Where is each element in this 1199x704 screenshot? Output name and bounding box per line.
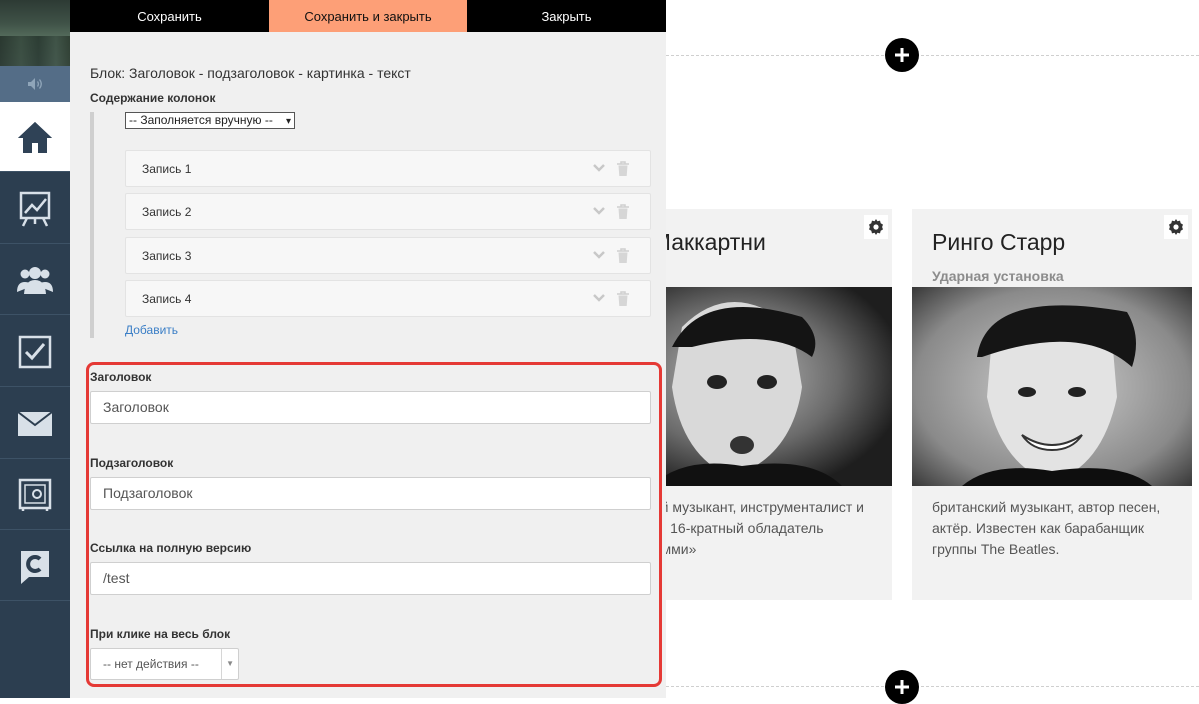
sidebar-item-mail[interactable]: [0, 389, 70, 459]
fill-mode-select[interactable]: -- Заполняется вручную -- ▾: [125, 112, 295, 129]
card-description: нский музыкант, инструменталист и осер, …: [632, 499, 864, 557]
expand-chevron-icon[interactable]: [592, 250, 606, 260]
click-action-select[interactable]: -- нет действия -- ▼: [90, 648, 239, 680]
c-logo-icon: [21, 550, 49, 584]
editor-toolbar: Сохранить Сохранить и закрыть Закрыть: [70, 0, 666, 32]
expand-chevron-icon[interactable]: [592, 206, 606, 216]
section-divider-bottom: [666, 686, 1199, 687]
add-record-link[interactable]: Добавить: [125, 323, 178, 337]
card-settings-button[interactable]: [864, 215, 888, 239]
record-label: Запись 2: [142, 205, 192, 219]
click-action-value: -- нет действия --: [103, 657, 199, 671]
record-label: Запись 4: [142, 292, 192, 306]
speaker-icon: [28, 78, 42, 90]
card-name: Ринго Старр: [932, 229, 1066, 255]
expand-chevron-icon[interactable]: [592, 293, 606, 303]
trash-icon[interactable]: [616, 161, 630, 177]
record-item[interactable]: Запись 2: [125, 193, 651, 230]
trash-icon[interactable]: [616, 291, 630, 307]
safe-icon: [18, 478, 52, 511]
save-button[interactable]: Сохранить: [70, 0, 269, 32]
link-field-label: Ссылка на полную версию: [90, 541, 252, 555]
block-title: Блок: Заголовок - подзаголовок - картинк…: [90, 65, 411, 81]
record-item[interactable]: Запись 3: [125, 237, 651, 274]
chevron-down-icon: ▾: [285, 116, 291, 127]
records-group-indicator: [90, 112, 94, 338]
record-label: Запись 1: [142, 162, 192, 176]
trash-icon[interactable]: [616, 248, 630, 264]
columns-label: Содержание колонок: [90, 91, 216, 105]
record-label: Запись 3: [142, 249, 192, 263]
block-editor-panel: Сохранить Сохранить и закрыть Закрыть Бл…: [70, 0, 666, 698]
record-item[interactable]: Запись 4: [125, 280, 651, 317]
users-icon: [17, 266, 53, 294]
card-photo: [912, 287, 1192, 486]
trash-icon[interactable]: [616, 204, 630, 220]
click-action-label: При клике на весь блок: [90, 627, 231, 641]
link-input[interactable]: /test: [90, 562, 651, 595]
sidebar-item-tasks[interactable]: [0, 317, 70, 387]
title-input[interactable]: Заголовок: [90, 391, 651, 424]
card-description: британский музыкант, автор песен, актёр.…: [932, 499, 1161, 557]
sidebar-item-reports[interactable]: [0, 174, 70, 244]
plus-icon: [895, 48, 909, 62]
sidebar-item-sound[interactable]: [0, 66, 70, 102]
mail-icon: [17, 410, 53, 436]
subtitle-field-label: Подзаголовок: [90, 456, 174, 470]
fill-mode-value: -- Заполняется вручную --: [129, 113, 273, 127]
chart-icon: [19, 191, 51, 227]
portrait-image: [912, 287, 1192, 486]
card-role: Ударная установка: [932, 268, 1064, 284]
expand-chevron-icon[interactable]: [592, 163, 606, 173]
title-field-label: Заголовок: [90, 370, 152, 384]
sidebar-item-users[interactable]: [0, 245, 70, 315]
home-icon: [18, 121, 52, 153]
select-separator: [221, 649, 222, 679]
plus-icon: [895, 680, 909, 694]
subtitle-input[interactable]: Подзаголовок: [90, 477, 651, 510]
sidebar-item-home[interactable]: [0, 102, 70, 172]
preview-card-starr[interactable]: Ринго Старр Ударная установка британский…: [912, 209, 1192, 600]
add-section-top-button[interactable]: [885, 38, 919, 72]
checkbox-icon: [18, 335, 52, 368]
sidebar-photo: [0, 0, 70, 66]
gear-icon: [1169, 219, 1183, 235]
record-item[interactable]: Запись 1: [125, 150, 651, 187]
card-settings-button[interactable]: [1164, 215, 1188, 239]
close-button[interactable]: Закрыть: [467, 0, 666, 32]
add-section-bottom-button[interactable]: [885, 670, 919, 704]
sidebar: [0, 0, 70, 698]
sidebar-item-storage[interactable]: [0, 460, 70, 530]
sidebar-item-brand[interactable]: [0, 531, 70, 601]
section-divider-top: [666, 55, 1199, 56]
chevron-down-icon: ▼: [226, 659, 234, 668]
save-and-close-button[interactable]: Сохранить и закрыть: [269, 0, 467, 32]
gear-icon: [869, 219, 883, 235]
